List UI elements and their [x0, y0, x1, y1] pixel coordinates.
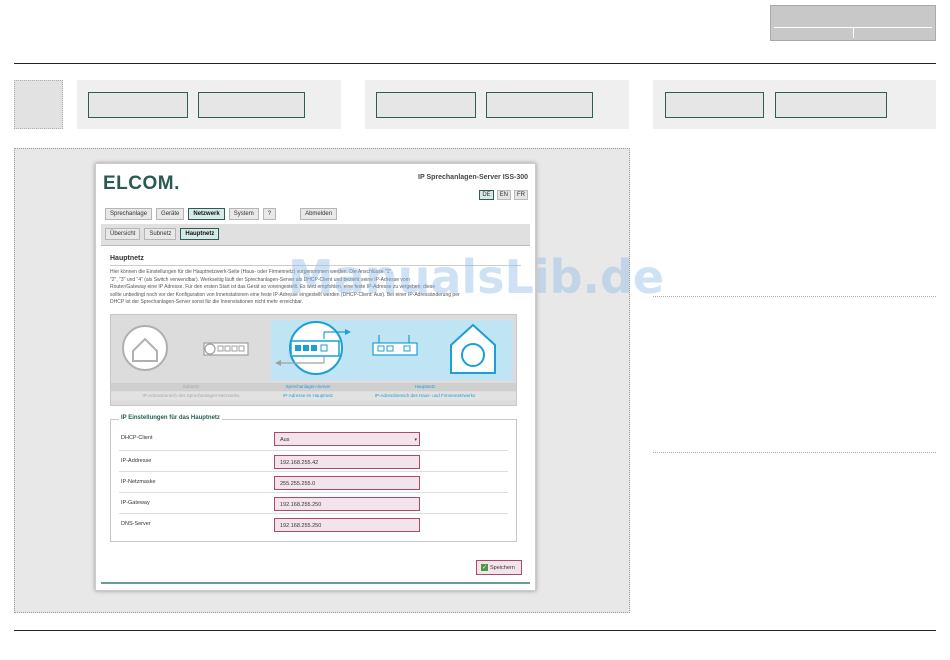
- nav-panel-2: [365, 80, 629, 129]
- watermark: ManualsLib.de: [288, 250, 665, 304]
- app-title: IP Sprechanlagen-Server ISS-300: [418, 174, 528, 181]
- diagram-sublabel: IP-Adressbereich des Haus- und Firmennet…: [374, 393, 476, 398]
- elcom-logo: ELCOM.: [103, 173, 180, 194]
- tab-netzwerk[interactable]: Netzwerk: [188, 208, 225, 220]
- page-title: Hauptnetz: [110, 255, 144, 262]
- ip-settings-fieldset: IP Einstellungen für das Hauptnetz DHCP-…: [110, 415, 517, 542]
- nav-panel-button[interactable]: [376, 92, 476, 118]
- diagram-label: Hauptnetz: [414, 384, 436, 389]
- save-label: Speichern: [490, 565, 515, 571]
- netmask-input[interactable]: 255.255.255.0: [274, 476, 420, 490]
- gateway-input[interactable]: 192.168.255.250: [274, 497, 420, 511]
- side-divider: [653, 296, 936, 297]
- fieldset-legend: IP Einstellungen für das Hauptnetz: [119, 415, 222, 421]
- dhcp-client-select[interactable]: Aus ▾: [274, 432, 420, 446]
- nav-panel-button[interactable]: [88, 92, 188, 118]
- bottom-rule: [14, 630, 936, 631]
- form-row-ip: IP-Addresse 192.168.255.42: [119, 450, 508, 470]
- ip-address-label: IP-Addresse: [121, 458, 152, 464]
- network-diagram-graphic: [122, 321, 496, 375]
- web-ui-window: ELCOM. IP Sprechanlagen-Server ISS-300 D…: [95, 163, 536, 591]
- tab-geraete[interactable]: Geräte: [156, 208, 185, 220]
- sub-nav-bar: Übersicht Subnetz Hauptnetz: [101, 224, 530, 246]
- side-divider: [653, 452, 936, 453]
- form-row-gateway: IP-Gateway 192.168.255.250: [119, 492, 508, 512]
- nav-panel-button[interactable]: [665, 92, 764, 118]
- dns-input[interactable]: 192.168.255.250: [274, 518, 420, 532]
- lang-de[interactable]: DE: [479, 190, 494, 200]
- top-rule: [14, 63, 936, 64]
- subtab-uebersicht[interactable]: Übersicht: [105, 228, 141, 240]
- logout-button[interactable]: Abmelden: [300, 208, 338, 220]
- footer-line: [101, 582, 530, 584]
- nav-square: [14, 80, 63, 129]
- nav-panel-1: [77, 80, 341, 129]
- language-switcher: DE EN FR: [479, 190, 528, 200]
- nav-panel-button[interactable]: [198, 92, 305, 118]
- dns-label: DNS-Server: [121, 521, 151, 527]
- dhcp-selected-value: Aus: [280, 437, 290, 443]
- tab-help[interactable]: ?: [262, 208, 277, 220]
- form-row-netmask: IP-Netzmaske 255.255.255.0: [119, 471, 508, 491]
- dhcp-label: DHCP-Client: [121, 435, 153, 441]
- diagram-sublabel-row: IP-Adressbereich des Sprechanlagen-Netzw…: [111, 392, 516, 400]
- main-nav: Sprechanlage Geräte Netzwerk System ? Ab…: [105, 208, 338, 220]
- network-diagram: Subnetz Sprechanlagen-Server Hauptnetz I…: [110, 314, 517, 406]
- server-icon: [275, 321, 351, 375]
- diagram-label-row: Subnetz Sprechanlagen-Server Hauptnetz: [111, 383, 516, 391]
- diagram-sublabel: IP-Adressbereich des Sprechanlagen-Netzw…: [142, 393, 240, 398]
- diagram-label: Sprechanlagen-Server: [285, 384, 331, 389]
- subtab-subnetz[interactable]: Subnetz: [144, 228, 177, 240]
- subtab-hauptnetz[interactable]: Hauptnetz: [180, 228, 220, 240]
- diagram-sublabel: IP-Adresse im Hauptnetz: [282, 393, 334, 398]
- chevron-down-icon: ▾: [414, 437, 417, 443]
- form-row-dns: DNS-Server 192.168.255.250: [119, 513, 508, 533]
- nav-panel-3: [653, 80, 936, 129]
- router-icon: [372, 335, 418, 356]
- header-box: [770, 5, 936, 41]
- gateway-label: IP-Gateway: [121, 500, 150, 506]
- nav-panel-button[interactable]: [486, 92, 593, 118]
- nav-panel-button[interactable]: [775, 92, 887, 118]
- tab-sprechanlage[interactable]: Sprechanlage: [105, 208, 153, 220]
- diagram-label: Subnetz: [182, 384, 200, 389]
- main-network-house-icon: [450, 323, 496, 374]
- subnet-house-icon: [122, 325, 168, 371]
- switch-icon: [203, 342, 249, 356]
- save-button[interactable]: ✓ Speichern: [476, 560, 522, 575]
- lang-fr[interactable]: FR: [514, 190, 528, 200]
- form-row-dhcp: DHCP-Client Aus ▾: [119, 428, 508, 448]
- check-icon: ✓: [481, 564, 488, 571]
- lang-en[interactable]: EN: [496, 190, 511, 200]
- netmask-label: IP-Netzmaske: [121, 479, 156, 485]
- ip-address-input[interactable]: 192.168.255.42: [274, 455, 420, 469]
- tab-system[interactable]: System: [228, 208, 259, 220]
